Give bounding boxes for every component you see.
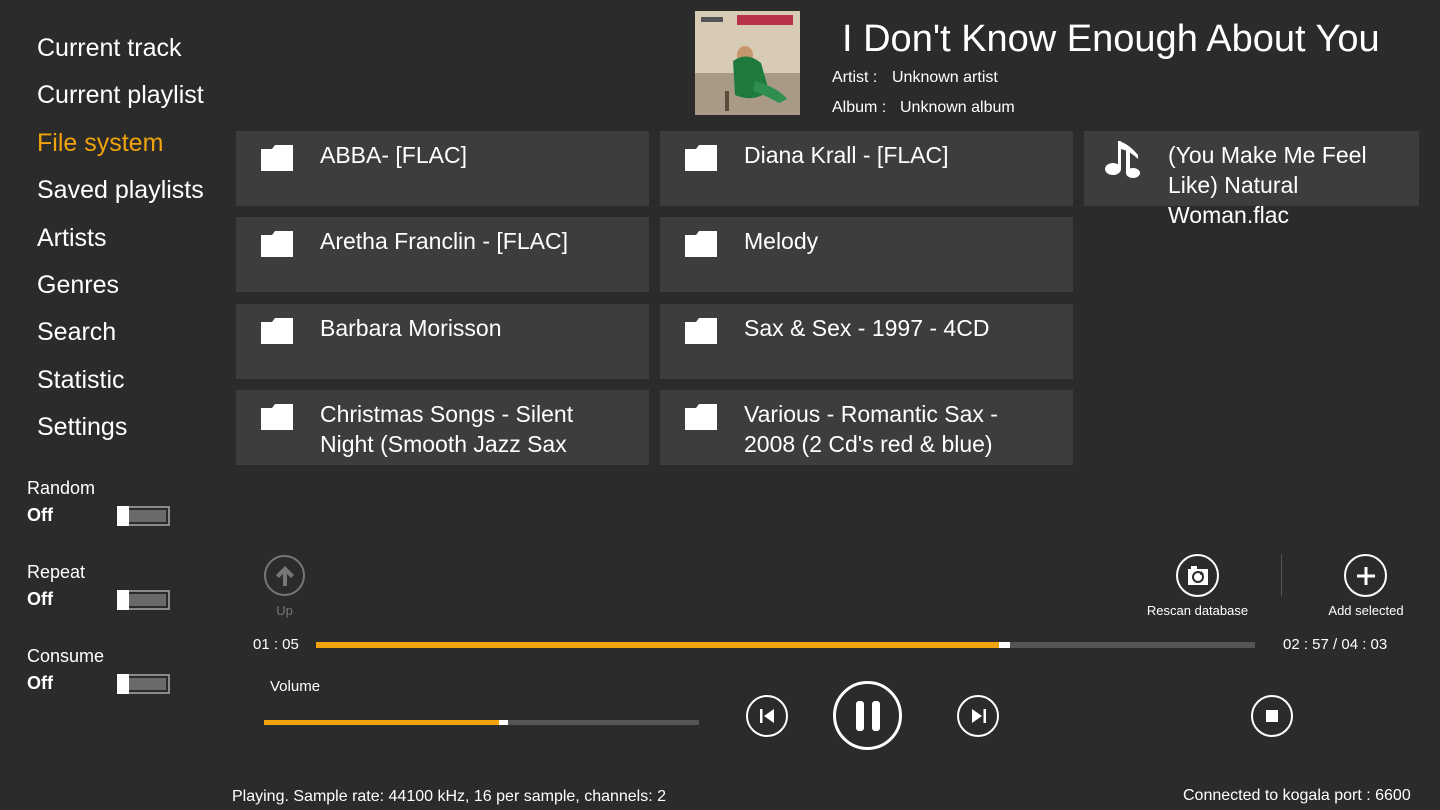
- nav-item-search[interactable]: Search: [37, 312, 204, 359]
- rescan-database-button[interactable]: [1176, 554, 1219, 597]
- folder-name: Sax & Sex - 1997 - 4CD: [744, 315, 990, 341]
- volume-thumb[interactable]: [499, 720, 508, 725]
- artist-label: Artist :: [832, 69, 878, 86]
- remaining-total-time: 02 : 57 / 04 : 03: [1283, 636, 1388, 653]
- folder-name: Christmas Songs - Silent Night (Smooth J…: [320, 401, 574, 457]
- random-toggle[interactable]: [117, 506, 170, 526]
- album-value: Unknown album: [900, 99, 1015, 116]
- consume-toggle-group: Consume Off: [27, 646, 187, 706]
- sidebar-nav: Current track Current playlist File syst…: [37, 28, 204, 455]
- folder-tile[interactable]: Aretha Franclin - [FLAC]: [236, 217, 649, 292]
- arrow-up-icon: [276, 566, 294, 586]
- folder-icon: [685, 145, 717, 171]
- folder-icon: [261, 318, 293, 344]
- file-tile[interactable]: (You Make Me Feel Like) Natural Woman.fl…: [1084, 131, 1419, 228]
- nav-item-genres[interactable]: Genres: [37, 265, 204, 312]
- nav-item-saved-playlists[interactable]: Saved playlists: [37, 170, 204, 217]
- folder-name: Melody: [744, 228, 819, 254]
- artist-value: Unknown artist: [892, 69, 998, 86]
- elapsed-time: 01 : 05: [253, 636, 299, 653]
- consume-state: Off: [27, 673, 53, 693]
- toggle-track: [129, 594, 166, 606]
- folder-tile[interactable]: Melody: [660, 217, 1073, 292]
- stop-icon: [1266, 710, 1278, 722]
- previous-track-button[interactable]: [746, 695, 788, 737]
- skip-next-icon: [972, 709, 986, 723]
- random-state: Off: [27, 505, 53, 525]
- nav-item-settings[interactable]: Settings: [37, 407, 204, 454]
- repeat-toggle-group: Repeat Off: [27, 562, 187, 622]
- nav-item-artists[interactable]: Artists: [37, 218, 204, 265]
- folder-tile[interactable]: ABBA- [FLAC]: [236, 131, 649, 206]
- album-label: Album :: [832, 99, 887, 116]
- playback-status: Playing. Sample rate: 44100 kHz, 16 per …: [232, 788, 667, 805]
- refresh-icon: [1188, 566, 1208, 585]
- progress-fill: [316, 642, 999, 648]
- toggle-track: [129, 510, 166, 522]
- pause-icon: [856, 701, 880, 731]
- rescan-label: Rescan database: [1146, 603, 1249, 618]
- folder-icon: [685, 318, 717, 344]
- random-toggle-group: Random Off: [27, 478, 187, 538]
- nav-item-current-track[interactable]: Current track: [37, 28, 204, 75]
- folder-name: Aretha Franclin - [FLAC]: [320, 228, 568, 254]
- connection-status: Connected to kogala port : 6600: [1183, 787, 1411, 804]
- folder-name: ABBA- [FLAC]: [320, 142, 467, 168]
- album-art: [695, 11, 800, 115]
- folder-tile[interactable]: Barbara Morisson: [236, 304, 649, 379]
- nav-item-file-system[interactable]: File system: [37, 123, 204, 170]
- add-selected-button[interactable]: [1344, 554, 1387, 597]
- folder-tile[interactable]: Diana Krall - [FLAC]: [660, 131, 1073, 206]
- folder-name: Barbara Morisson: [320, 315, 502, 341]
- folder-tile[interactable]: Christmas Songs - Silent Night (Smooth J…: [236, 390, 649, 465]
- volume-fill: [264, 720, 499, 725]
- folder-icon: [261, 145, 293, 171]
- random-label: Random: [27, 478, 96, 498]
- add-selected-label: Add selected: [1328, 603, 1404, 618]
- consume-label: Consume: [27, 646, 105, 666]
- repeat-state: Off: [27, 589, 53, 609]
- volume-slider[interactable]: [264, 720, 699, 725]
- folder-icon: [685, 231, 717, 257]
- progress-bar[interactable]: [316, 642, 1255, 648]
- nav-item-current-playlist[interactable]: Current playlist: [37, 75, 204, 122]
- track-title: I Don't Know Enough About You: [842, 18, 1380, 60]
- up-button[interactable]: [264, 555, 305, 596]
- up-label: Up: [276, 603, 293, 618]
- pause-button[interactable]: [833, 681, 902, 750]
- toggle-thumb: [117, 590, 129, 610]
- repeat-toggle[interactable]: [117, 590, 170, 610]
- toggle-thumb: [117, 506, 129, 526]
- progress-thumb[interactable]: [999, 642, 1010, 648]
- folder-icon: [261, 231, 293, 257]
- appbar-separator: [1281, 554, 1282, 596]
- toggle-track: [129, 678, 166, 690]
- folder-name: Diana Krall - [FLAC]: [744, 142, 949, 168]
- repeat-label: Repeat: [27, 562, 86, 582]
- folder-icon: [685, 404, 717, 430]
- toggle-thumb: [117, 674, 129, 694]
- folder-tile[interactable]: Various - Romantic Sax - 2008 (2 Cd's re…: [660, 390, 1073, 465]
- plus-icon: [1357, 567, 1375, 585]
- skip-previous-icon: [760, 709, 774, 723]
- folder-tile[interactable]: Sax & Sex - 1997 - 4CD: [660, 304, 1073, 379]
- next-track-button[interactable]: [957, 695, 999, 737]
- music-note-icon: [1105, 141, 1140, 178]
- nav-item-statistic[interactable]: Statistic: [37, 360, 204, 407]
- folder-icon: [261, 404, 293, 430]
- file-name: (You Make Me Feel Like) Natural Woman.fl…: [1168, 142, 1367, 228]
- stop-button[interactable]: [1251, 695, 1293, 737]
- consume-toggle[interactable]: [117, 674, 170, 694]
- volume-label: Volume: [270, 678, 321, 695]
- folder-name: Various - Romantic Sax - 2008 (2 Cd's re…: [744, 401, 998, 457]
